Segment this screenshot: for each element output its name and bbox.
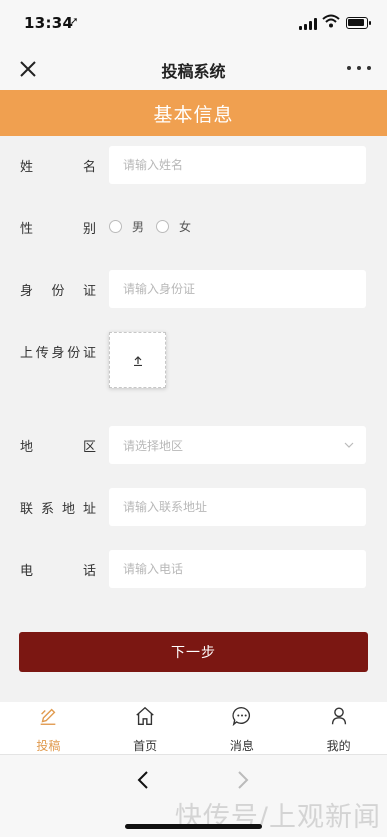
nav-bar: 投稿系统: [0, 46, 387, 90]
message-icon: [232, 707, 250, 727]
phone-input[interactable]: [123, 562, 352, 576]
id-card-input[interactable]: [123, 282, 352, 296]
home-indicator: [125, 824, 262, 829]
page-title: 投稿系统: [161, 62, 226, 81]
region-placeholder: 请选择地区: [123, 438, 184, 453]
status-time: 13:34: [24, 14, 74, 32]
tab-submit[interactable]: 投稿: [0, 702, 97, 754]
tab-mine[interactable]: 我的: [290, 702, 387, 754]
gender-radio-group: 男 女: [109, 218, 203, 235]
tab-bar: 投稿 首页 消息 我的: [0, 702, 387, 754]
id-card-label: 身份证: [20, 284, 96, 299]
name-label: 姓名: [20, 160, 96, 175]
tab-home[interactable]: 首页: [97, 702, 194, 754]
address-label: 联系地址: [20, 502, 96, 517]
section-title: 基本信息: [153, 103, 234, 126]
next-button[interactable]: 下一步: [19, 632, 368, 672]
location-arrow-icon: ➚: [70, 16, 79, 27]
gender-female-radio[interactable]: 女: [156, 218, 191, 235]
radio-circle-icon: [109, 220, 122, 233]
more-options-icon[interactable]: [347, 60, 371, 76]
home-icon: [136, 706, 154, 725]
phone-label: 电话: [20, 564, 96, 579]
name-input[interactable]: [123, 158, 352, 172]
gender-female-label: 女: [179, 220, 192, 234]
tab-label: 投稿: [36, 739, 61, 753]
edit-icon: [41, 708, 56, 725]
section-banner: 基本信息: [0, 90, 387, 136]
cellular-signal-icon: [299, 18, 317, 30]
address-input[interactable]: [123, 500, 352, 514]
chevron-down-icon: [344, 442, 354, 448]
name-field[interactable]: [109, 146, 366, 184]
battery-icon: [346, 17, 371, 29]
radio-circle-icon: [156, 220, 170, 233]
tab-label: 我的: [326, 739, 351, 753]
wifi-icon: [322, 14, 340, 28]
back-arrow-icon[interactable]: [134, 769, 154, 791]
phone-field[interactable]: [109, 550, 366, 588]
upload-id-button[interactable]: [109, 332, 166, 388]
gender-male-radio[interactable]: 男: [109, 218, 144, 235]
forward-arrow-icon[interactable]: [232, 769, 252, 791]
address-field[interactable]: [109, 488, 366, 526]
region-label: 地区: [20, 440, 96, 455]
gender-label: 性别: [20, 222, 96, 237]
upload-icon: [133, 355, 142, 366]
browser-toolbar: 快传号/上观新闻: [0, 754, 387, 837]
gender-male-label: 男: [132, 220, 145, 234]
id-card-field[interactable]: [109, 270, 366, 308]
status-bar: 13:34 ➚: [0, 0, 387, 46]
region-select[interactable]: 请选择地区: [109, 426, 366, 464]
tab-label: 消息: [229, 739, 254, 753]
tab-label: 首页: [133, 739, 158, 753]
tab-messages[interactable]: 消息: [194, 702, 291, 754]
user-icon: [331, 707, 346, 725]
upload-id-label: 上传身份证: [20, 346, 96, 361]
